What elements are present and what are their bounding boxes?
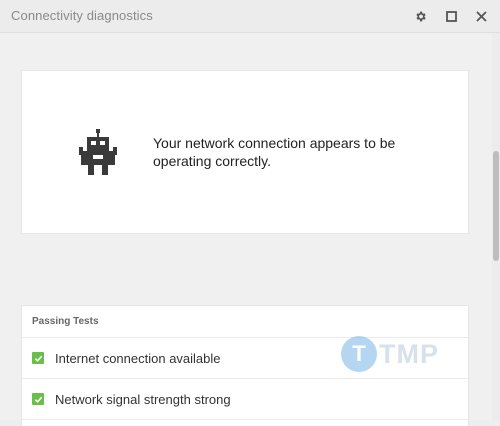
scrollbar-track[interactable] bbox=[492, 33, 500, 420]
watermark-circle: T bbox=[341, 336, 377, 372]
settings-button[interactable] bbox=[410, 6, 430, 26]
window-title: Connectivity diagnostics bbox=[11, 8, 153, 23]
status-card: Your network connection appears to be op… bbox=[22, 71, 468, 233]
checkmark-icon bbox=[32, 393, 44, 405]
test-item-label: Network signal strength strong bbox=[55, 391, 231, 407]
watermark-logo: T TMP bbox=[341, 332, 481, 412]
checkmark-icon bbox=[32, 352, 44, 364]
test-item-label: Internet connection available bbox=[55, 350, 221, 366]
watermark-text: TMP bbox=[379, 339, 439, 369]
scrollbar-thumb[interactable] bbox=[493, 151, 499, 261]
maximize-icon bbox=[445, 10, 457, 22]
maximize-button[interactable] bbox=[441, 6, 461, 26]
close-button[interactable] bbox=[471, 6, 491, 26]
title-bar: Connectivity diagnostics bbox=[0, 0, 500, 33]
status-message: Your network connection appears to be op… bbox=[153, 135, 396, 169]
gear-icon bbox=[415, 11, 426, 21]
robot-icon bbox=[79, 129, 117, 175]
close-icon bbox=[475, 10, 487, 22]
